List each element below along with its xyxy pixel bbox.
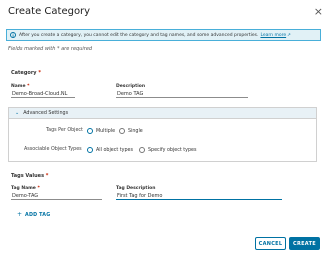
description-label: Description bbox=[116, 84, 146, 89]
add-tag-button[interactable]: + ADD TAG bbox=[17, 212, 50, 218]
advanced-settings-toggle[interactable]: ⌄ Advanced Settings bbox=[9, 108, 316, 119]
plus-icon: + bbox=[17, 211, 23, 218]
name-label-text: Name bbox=[11, 84, 26, 89]
create-button[interactable]: CREATE bbox=[289, 237, 320, 250]
tag-name-label-text: Tag Name bbox=[11, 186, 36, 191]
name-label: Name * bbox=[11, 84, 29, 89]
required-star: * bbox=[45, 173, 49, 179]
radio-unselected-icon bbox=[139, 147, 145, 153]
dialog-title: Create Category bbox=[8, 6, 91, 17]
create-category-dialog: Create Category × i After you create a c… bbox=[0, 0, 329, 259]
tags-per-object-label: Tags Per Object bbox=[46, 128, 83, 133]
tag-description-input[interactable] bbox=[116, 192, 282, 200]
tags-values-section-label: Tags Values * bbox=[11, 173, 48, 179]
radio-unselected-icon bbox=[119, 128, 125, 134]
learn-more-link[interactable]: Learn more bbox=[260, 33, 286, 38]
radio-all-object-types-label: All object types bbox=[96, 147, 133, 153]
required-star: * bbox=[37, 186, 40, 191]
category-section-label: Category * bbox=[11, 70, 41, 76]
info-icon: i bbox=[10, 32, 16, 38]
advanced-settings-panel: ⌄ Advanced Settings bbox=[8, 107, 317, 162]
info-banner: i After you create a category, you canno… bbox=[6, 29, 321, 41]
radio-single-label: Single bbox=[128, 128, 143, 134]
advanced-settings-title: Advanced Settings bbox=[23, 110, 69, 116]
category-name-input[interactable] bbox=[11, 90, 75, 98]
required-note: Fields marked with * are required bbox=[8, 46, 93, 52]
associable-object-types-label: Associable Object Types bbox=[24, 147, 82, 152]
add-tag-label: ADD TAG bbox=[25, 212, 51, 218]
radio-multiple-label: Multiple bbox=[96, 128, 116, 134]
radio-specify-object-types-label: Specify object types bbox=[148, 147, 197, 153]
category-description-input[interactable] bbox=[116, 90, 248, 98]
radio-selected-icon bbox=[87, 147, 93, 153]
radio-all-object-types[interactable]: All object types bbox=[87, 147, 133, 153]
required-star: * bbox=[38, 70, 41, 76]
radio-specify-object-types[interactable]: Specify object types bbox=[139, 147, 197, 153]
external-link-icon[interactable]: ↗ bbox=[287, 33, 291, 38]
cancel-button[interactable]: CANCEL bbox=[255, 237, 286, 250]
tag-name-input[interactable] bbox=[11, 192, 102, 200]
tag-description-label: Tag Description bbox=[116, 186, 156, 191]
category-section-text: Category bbox=[11, 70, 37, 76]
radio-single[interactable]: Single bbox=[119, 128, 143, 134]
tags-values-section-text: Tags Values bbox=[11, 173, 45, 179]
required-star: * bbox=[27, 84, 30, 89]
info-text: After you create a category, you cannot … bbox=[19, 32, 259, 38]
close-icon[interactable]: × bbox=[314, 6, 323, 17]
tag-name-label: Tag Name * bbox=[11, 186, 40, 191]
radio-selected-icon bbox=[87, 128, 93, 134]
radio-multiple[interactable]: Multiple bbox=[87, 128, 115, 134]
chevron-down-icon: ⌄ bbox=[15, 110, 20, 116]
